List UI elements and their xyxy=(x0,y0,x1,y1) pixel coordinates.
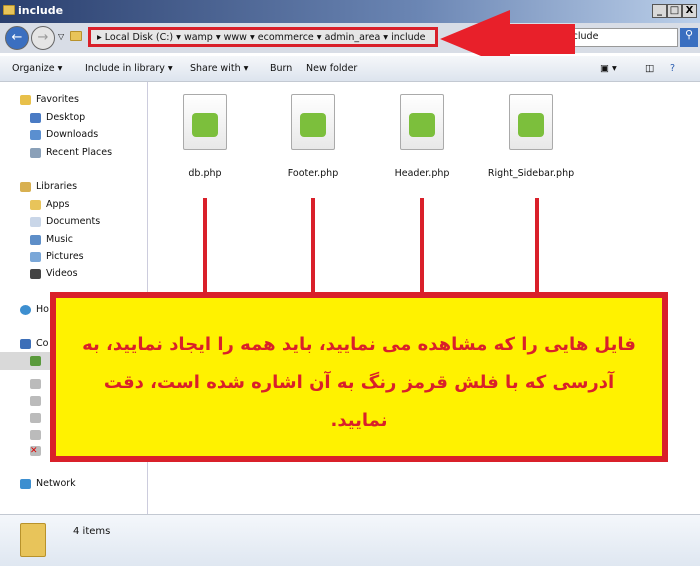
forward-button[interactable]: → xyxy=(31,26,55,50)
item-count: 4 items xyxy=(73,526,111,537)
favorites-label: Favorites xyxy=(36,94,79,105)
folder-icon xyxy=(30,199,41,210)
sidebar-item-recent-places[interactable]: Recent Places xyxy=(30,147,112,158)
pictures-icon xyxy=(30,251,41,262)
network-label: Network xyxy=(36,478,76,489)
file-item[interactable]: Header.php xyxy=(372,94,472,179)
apps-label: Apps xyxy=(46,199,70,210)
file-name: Header.php xyxy=(394,168,450,179)
sidebar-homegroup[interactable]: Ho xyxy=(20,304,49,315)
sidebar-item-downloads[interactable]: Downloads xyxy=(30,129,98,140)
windows-drive-icon xyxy=(30,356,41,366)
file-item[interactable]: Footer.php xyxy=(263,94,363,179)
php-file-icon xyxy=(291,94,335,150)
file-item[interactable]: db.php xyxy=(155,94,255,179)
file-name: Footer.php xyxy=(287,168,339,179)
downloads-label: Downloads xyxy=(46,129,99,140)
breadcrumb-include[interactable]: include xyxy=(391,32,425,43)
maximize-button[interactable]: □ xyxy=(667,4,682,18)
annotation-line xyxy=(311,198,315,293)
drive-icon[interactable] xyxy=(30,413,41,423)
homegroup-icon xyxy=(20,304,31,315)
file-name: Right_Sidebar.php xyxy=(487,168,575,179)
drive-icon[interactable] xyxy=(30,430,41,440)
note-line-1: فایل هایی را که مشاهده می نمایید، باید ه… xyxy=(82,334,636,355)
file-name: db.php xyxy=(188,168,222,179)
computer-label: Co xyxy=(36,338,49,349)
instruction-note: فایل هایی را که مشاهده می نمایید، باید ه… xyxy=(50,292,668,462)
sidebar-computer[interactable]: Co xyxy=(20,338,48,349)
php-file-icon xyxy=(400,94,444,150)
search-icon[interactable]: ⚲ xyxy=(680,28,698,47)
include-in-library-button[interactable]: Include in library ▾ xyxy=(85,63,173,74)
recent-places-icon xyxy=(30,147,41,158)
sidebar-favorites[interactable]: Favorites xyxy=(20,94,79,105)
folder-icon xyxy=(3,5,15,15)
search-input[interactable]: include xyxy=(560,28,678,47)
status-bar: 4 items xyxy=(0,514,700,566)
note-line-2: آدرسی که با فلش قرمز رنگ به آن اشاره شده… xyxy=(103,372,615,431)
minimize-button[interactable]: _ xyxy=(652,4,667,18)
php-file-icon xyxy=(509,94,553,150)
help-icon[interactable]: ? xyxy=(670,63,675,74)
desktop-icon xyxy=(30,112,41,123)
new-folder-button[interactable]: New folder xyxy=(306,63,357,74)
preview-pane-icon[interactable]: ◫ xyxy=(645,63,654,74)
network-icon xyxy=(20,478,31,489)
annotation-line xyxy=(203,198,207,293)
folder-icon xyxy=(20,523,46,557)
back-button[interactable]: ← xyxy=(5,26,29,50)
sidebar-item-pictures[interactable]: Pictures xyxy=(30,251,84,262)
sidebar-item-desktop[interactable]: Desktop xyxy=(30,112,85,123)
sidebar-item-documents[interactable]: Documents xyxy=(30,216,100,227)
breadcrumb-ecommerce[interactable]: ecommerce xyxy=(258,32,314,43)
drive-icon[interactable] xyxy=(30,379,41,389)
php-file-icon xyxy=(183,94,227,150)
annotation-line xyxy=(535,198,539,293)
folder-icon xyxy=(70,31,82,41)
star-icon xyxy=(20,94,31,105)
organize-label: Organize xyxy=(12,63,55,74)
breadcrumb-wamp[interactable]: wamp xyxy=(184,32,213,43)
libraries-label: Libraries xyxy=(36,181,78,192)
close-button[interactable]: X xyxy=(682,4,697,18)
organize-button[interactable]: Organize ▾ xyxy=(12,63,62,74)
downloads-icon xyxy=(30,129,41,140)
pictures-label: Pictures xyxy=(46,251,84,262)
window-title: include xyxy=(18,4,64,17)
computer-icon xyxy=(20,338,31,349)
command-toolbar: Organize ▾ Include in library ▾ Share wi… xyxy=(0,56,700,82)
address-bar[interactable]: ▸ Local Disk (C:) ▾ wamp ▾ www ▾ ecommer… xyxy=(88,27,438,47)
burn-button[interactable]: Burn xyxy=(270,63,292,74)
share-with-label: Share with xyxy=(190,63,241,74)
breadcrumb-www[interactable]: www xyxy=(224,32,247,43)
music-label: Music xyxy=(46,234,74,245)
sidebar-item-music[interactable]: Music xyxy=(30,234,73,245)
file-item[interactable]: Right_Sidebar.php xyxy=(481,94,581,179)
share-with-button[interactable]: Share with ▾ xyxy=(190,63,248,74)
annotation-line xyxy=(420,198,424,293)
videos-label: Videos xyxy=(46,268,78,279)
documents-icon xyxy=(30,216,41,227)
sidebar-item-apps[interactable]: Apps xyxy=(30,199,70,210)
breadcrumb-local-disk[interactable]: Local Disk (C:) xyxy=(105,32,173,43)
include-library-label: Include in library xyxy=(85,63,165,74)
homegroup-label: Ho xyxy=(36,304,49,315)
view-options-icon[interactable]: ▣ ▾ xyxy=(600,63,617,74)
videos-icon xyxy=(30,268,41,279)
drive-icon[interactable] xyxy=(30,396,41,406)
desktop-label: Desktop xyxy=(46,112,86,123)
title-bar: include _ □ X xyxy=(0,0,700,23)
music-icon xyxy=(30,234,41,245)
recent-places-label: Recent Places xyxy=(46,147,113,158)
libraries-icon xyxy=(20,181,31,192)
breadcrumb-admin-area[interactable]: admin_area xyxy=(325,32,381,43)
sidebar-libraries[interactable]: Libraries xyxy=(20,181,77,192)
recent-pages-chevron-icon[interactable]: ▽ xyxy=(58,32,64,41)
sidebar-network[interactable]: Network xyxy=(20,478,76,489)
documents-label: Documents xyxy=(46,216,101,227)
sidebar-item-videos[interactable]: Videos xyxy=(30,268,78,279)
disconnected-drive-icon[interactable]: ✕ xyxy=(30,446,41,456)
